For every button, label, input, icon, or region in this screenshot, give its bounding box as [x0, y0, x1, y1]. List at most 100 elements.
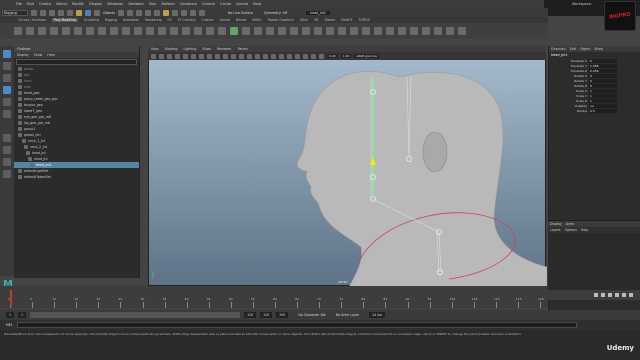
poly-cube-icon[interactable] — [26, 27, 34, 35]
smooth-shade-icon[interactable] — [239, 53, 244, 59]
ambient-occlusion-icon[interactable] — [279, 53, 284, 59]
single-perspective-layout-icon[interactable] — [3, 134, 11, 142]
shelf-tab-animation[interactable]: Animation — [123, 18, 139, 22]
go-to-start-icon[interactable] — [594, 293, 598, 297]
reduce-icon[interactable] — [386, 27, 394, 35]
outliner-menu-help[interactable]: Help — [47, 53, 54, 57]
menu-cache[interactable]: Cache — [220, 2, 231, 6]
menu-deform[interactable]: Deform — [161, 2, 174, 6]
new-scene-icon[interactable] — [31, 9, 37, 16]
menu-file[interactable]: File — [16, 2, 22, 6]
antialiasing-icon[interactable] — [295, 53, 300, 59]
four-view-layout-icon[interactable] — [3, 146, 11, 154]
uv-editor-icon[interactable] — [434, 27, 442, 35]
menu-skeleton[interactable]: Skeleton — [128, 2, 144, 6]
go-to-end-icon[interactable] — [629, 293, 633, 297]
history-icon[interactable] — [163, 9, 170, 16]
channel-menu-show[interactable]: Show — [594, 47, 603, 51]
colorspace-dropdown[interactable]: sRGB gamma — [354, 54, 379, 58]
image-plane-icon[interactable] — [175, 53, 180, 59]
quad-draw-icon[interactable] — [254, 27, 262, 35]
paint-select-tool-icon[interactable] — [3, 74, 11, 82]
shelf-tab-xgen[interactable]: XGen — [300, 18, 309, 22]
shelf-tab-turtle[interactable]: TURTLE — [358, 18, 370, 22]
layer-menu-options[interactable]: Options — [565, 228, 577, 232]
resolution-gate-icon[interactable] — [199, 53, 204, 59]
snap-view-icon[interactable] — [145, 9, 152, 16]
viewport-menu-shading[interactable]: Shading — [165, 47, 178, 51]
exposure-field[interactable]: 0.00 — [327, 54, 338, 58]
merge-icon[interactable] — [362, 27, 370, 35]
scene-start-field[interactable]: 1 — [6, 312, 15, 318]
viewport-menu-lighting[interactable]: Lighting — [184, 47, 197, 51]
command-input[interactable] — [16, 322, 577, 328]
film-gate-icon[interactable] — [191, 53, 196, 59]
chamfer-icon[interactable] — [374, 27, 382, 35]
current-frame-marker[interactable] — [10, 290, 12, 306]
attribute-value-field[interactable]: 0.5 — [589, 108, 617, 113]
play-forward-icon[interactable] — [615, 293, 619, 297]
super-shape-icon[interactable] — [110, 27, 118, 35]
shelf-tab-poly-modeling[interactable]: Poly Modeling — [51, 18, 79, 22]
attribute-value-field[interactable]: on — [589, 103, 617, 108]
attribute-value-field[interactable]: 0.256 — [589, 68, 617, 73]
time-slider[interactable]: 1 5 10 15 20 25 30 35 40 45 50 55 60 65 70 75 80 85 90 95 10… — [0, 286, 548, 308]
menu-constrain[interactable]: Constrain — [180, 2, 197, 6]
attribute-value-field[interactable]: 0 — [589, 73, 617, 78]
bridge-icon[interactable] — [194, 27, 202, 35]
undo-icon[interactable] — [58, 9, 64, 16]
shelf-tab-stereo[interactable]: Stereo — [325, 18, 335, 22]
xray-joints-icon[interactable] — [319, 53, 324, 59]
insert-edge-loop-icon[interactable] — [266, 27, 274, 35]
channel-menu-channels[interactable]: Channels — [551, 47, 566, 51]
layer-menu-layers[interactable]: Layers — [550, 228, 561, 232]
range-slider[interactable] — [30, 312, 241, 318]
attribute-value-field[interactable]: 1 — [589, 88, 617, 93]
shelf-tab-bifrost[interactable]: Bifrost — [236, 18, 246, 22]
move-tool-icon[interactable] — [3, 86, 11, 94]
cleanup-icon[interactable] — [398, 27, 406, 35]
open-scene-icon[interactable] — [40, 9, 46, 16]
bevel-icon[interactable] — [206, 27, 214, 35]
attribute-value-field[interactable]: 0 — [589, 83, 617, 88]
outliner-menu-show[interactable]: Show — [34, 53, 43, 57]
multi-cut-icon[interactable] — [230, 27, 238, 35]
outliner-menu-display[interactable]: Display — [17, 53, 29, 57]
platonic-icon[interactable] — [98, 27, 106, 35]
scale-tool-icon[interactable] — [3, 110, 11, 118]
select-hierarchy-icon[interactable] — [76, 9, 82, 16]
gamma-field[interactable]: 1.00 — [340, 54, 352, 58]
attribute-value-field[interactable]: 1 — [589, 98, 617, 103]
layer-tab-display[interactable]: Display — [550, 222, 562, 226]
viewport-menu-panels[interactable]: Panels — [238, 47, 248, 51]
safe-action-icon[interactable] — [223, 53, 228, 59]
attribute-value-field[interactable]: 1 — [589, 93, 617, 98]
shelf-tab-mash[interactable]: MASH — [252, 18, 261, 22]
poly-cone-icon[interactable] — [50, 27, 58, 35]
menu-select[interactable]: Select — [56, 2, 67, 6]
menu-control[interactable]: Control — [202, 2, 215, 6]
attribute-value-field[interactable]: 0 — [589, 78, 617, 83]
shelf-tab-fieldfx[interactable]: FieldFX — [341, 18, 352, 22]
combine-icon[interactable] — [122, 27, 130, 35]
layer-tab-anim[interactable]: Anim — [566, 222, 574, 226]
anim-layer-dropdown[interactable]: No Anim Layer — [336, 313, 359, 317]
menu-modify[interactable]: Modify — [72, 2, 84, 6]
channel-menu-object[interactable]: Object — [580, 47, 590, 51]
poly-torus-icon[interactable] — [62, 27, 70, 35]
shelf-tab-rendering[interactable]: Rendering — [145, 18, 161, 22]
playback-end-field[interactable]: 120 — [244, 312, 257, 318]
wedge-icon[interactable] — [326, 27, 334, 35]
menu-windows[interactable]: Windows — [107, 2, 123, 6]
shelf-tab-vr[interactable]: VR — [314, 18, 318, 22]
viewport-panel[interactable] — [148, 46, 548, 288]
mode-dropdown[interactable]: Rigging — [2, 9, 28, 16]
playback-start-field[interactable]: 1 — [18, 312, 27, 318]
ipr-render-icon[interactable] — [181, 9, 188, 16]
max-frame-field[interactable]: 200 — [276, 312, 289, 318]
fps-dropdown[interactable]: 24 fps — [369, 312, 386, 318]
default-material-icon[interactable] — [247, 53, 252, 59]
separate-icon[interactable] — [134, 27, 142, 35]
shelf-tab-rigging[interactable]: Rigging — [105, 18, 117, 22]
shadows-icon[interactable] — [271, 53, 276, 59]
